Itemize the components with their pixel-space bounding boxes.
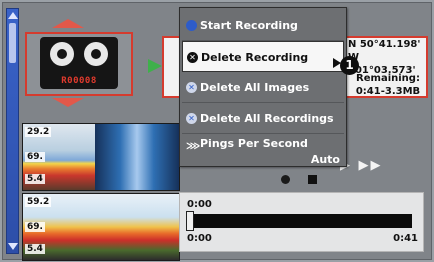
playback-start-label: 0:00 [187,199,212,210]
scroll-up-icon[interactable] [8,12,18,19]
latitude: N 50°41.198' [348,39,421,50]
pings-value: Auto [310,153,340,166]
sonar-thumbnail-2[interactable]: 59.2 69. 5.4 [22,193,180,261]
fish-finder-screen: R00008 N 50°41.198' W 001°03.573' Remain… [0,0,434,262]
playback-time-right: 0:41 [393,233,418,244]
menu-item-label: Start Recording [200,19,298,32]
sonar-thumbnail-1[interactable]: 29.2 69. 5.4 [22,123,180,191]
reading-speed: 5.4 [25,244,45,254]
delete-images-icon: ✕ [186,81,197,93]
record-dot-icon[interactable] [281,175,290,184]
remaining-value: 0:41-3.3MB [355,86,421,97]
reading-depth: 29.2 [25,127,52,137]
menu-item-label: Delete All Images [200,81,310,94]
pings-icon: ⋙ [186,140,201,152]
reading-temp: 69. [25,152,45,162]
scroll-down-icon[interactable] [8,243,18,250]
menu-item-label: Pings Per Second [200,137,308,150]
playback-timeline[interactable] [193,214,412,228]
delete-recordings-icon: ✕ [186,112,197,124]
sonar-image [95,194,179,260]
stop-icon[interactable] [308,175,317,184]
recording-tile[interactable]: R00008 [25,32,133,96]
playback-slider-knob[interactable] [186,211,194,231]
menu-item-start-recording[interactable]: Start Recording [182,10,344,41]
play-arrow-icon[interactable] [148,59,162,73]
scroll-thumb[interactable] [9,23,16,63]
delete-x-icon: ✕ [187,51,198,63]
menu-item-delete-recording[interactable]: ✕ Delete Recording [182,41,344,72]
recording-prev-arrow-icon[interactable] [52,19,84,28]
reading-depth: 59.2 [25,197,52,207]
recording-next-arrow-icon[interactable] [52,98,84,107]
left-scrollbar[interactable] [6,8,19,254]
menu-item-label: Delete All Recordings [200,112,334,125]
reading-speed: 5.4 [25,174,45,184]
right-reel-icon [84,42,108,66]
reading-temp: 69. [25,222,45,232]
circle-icon [186,19,197,31]
playback-time-left: 0:00 [187,233,212,244]
tape-reel-icon: R00008 [40,37,118,89]
remaining-label: Remaining: [356,73,420,84]
left-reel-icon [50,42,74,66]
side-imaging [95,124,179,190]
menu-item-label: Delete Recording [201,51,309,64]
playback-panel: 0:00 0:00 0:41 [179,192,424,252]
recording-label: R00008 [61,76,97,86]
menu-item-delete-all-images[interactable]: ✕ Delete All Images [182,72,344,103]
menu-item-delete-all-recordings[interactable]: ✕ Delete All Recordings [182,103,344,134]
callout-number: 1 [340,56,359,75]
context-menu: Start Recording ✕ Delete Recording ✕ Delet… [179,7,347,167]
remaining-storage: Remaining: 0:41-3.3MB [348,72,428,98]
menu-item-pings-per-second[interactable]: ⋙Pings Per Second Auto [182,135,344,166]
